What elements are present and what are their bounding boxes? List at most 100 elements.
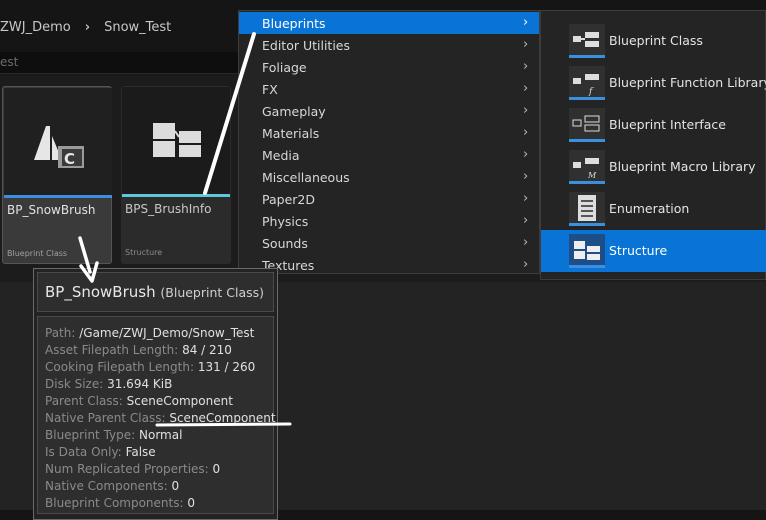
menu-item-label: Physics (262, 214, 309, 229)
menu-item-label: FX (262, 82, 278, 97)
row-value: False (125, 445, 156, 459)
chevron-right-icon: › (523, 191, 529, 206)
chevron-right-icon: › (523, 147, 529, 162)
tooltip-row-path: Path: /Game/ZWJ_Demo/Snow_Test (45, 326, 254, 340)
blueprint-interface-icon (569, 108, 605, 142)
chevron-right-icon: › (523, 169, 529, 184)
chevron-right-icon: › (523, 125, 529, 140)
row-value: SceneComponent (126, 394, 233, 408)
asset-tooltip: BP_SnowBrush (Blueprint Class) Path: /Ga… (33, 268, 278, 520)
breadcrumb-item-snow-test[interactable]: Snow_Test (104, 20, 181, 35)
row-key: Cooking Filepath Length: (45, 360, 194, 374)
menu-item-blueprints[interactable]: Blueprints › (239, 12, 539, 34)
row-key: Path: (45, 326, 76, 340)
blueprint-function-library-icon: f (569, 66, 605, 100)
row-key: Native Parent Class: (45, 411, 166, 425)
tooltip-details: Path: /Game/ZWJ_Demo/Snow_Test Asset Fil… (37, 316, 276, 514)
row-value: 0 (187, 496, 195, 510)
menu-item-label: Materials (262, 126, 320, 141)
row-key: Asset Filepath Length: (45, 343, 179, 357)
menu-item-miscellaneous[interactable]: Miscellaneous › (239, 166, 539, 188)
structure-thumbnail-icon (122, 87, 230, 194)
chevron-right-icon: › (523, 103, 529, 118)
menu-item-fx[interactable]: FX › (239, 78, 539, 100)
chevron-right-icon: › (84, 19, 91, 35)
row-key: Blueprint Type: (45, 428, 136, 442)
blueprint-class-thumbnail-icon: C (4, 88, 112, 195)
submenu-item-structure[interactable]: Structure (541, 230, 766, 272)
row-key: Parent Class: (45, 394, 123, 408)
add-new-category-menu: Blueprints › Editor Utilities › Foliage … (238, 10, 540, 274)
submenu-item-blueprint-interface[interactable]: Blueprint Interface (541, 104, 766, 146)
tooltip-asset-class: (Blueprint Class) (160, 285, 265, 300)
asset-name: BP_SnowBrush (7, 203, 96, 217)
chevron-right-icon: › (523, 37, 529, 52)
menu-item-media[interactable]: Media › (239, 144, 539, 166)
row-value: SceneComponent (169, 411, 276, 425)
submenu-item-blueprint-class[interactable]: Blueprint Class (541, 20, 766, 62)
tooltip-header: BP_SnowBrush (Blueprint Class) (37, 272, 274, 312)
tooltip-row-blueprint-components: Blueprint Components: 0 (45, 496, 195, 510)
row-value: 0 (212, 462, 221, 476)
row-value: 131 / 260 (197, 360, 256, 374)
asset-name: BPS_BrushInfo (125, 202, 212, 216)
tooltip-row-blueprint-type: Blueprint Type: Normal (45, 428, 182, 442)
row-value: 0 (171, 479, 180, 493)
tooltip-row-native-components: Native Components: 0 (45, 479, 179, 493)
chevron-right-icon: › (523, 235, 529, 250)
menu-item-gameplay[interactable]: Gameplay › (239, 100, 539, 122)
menu-item-foliage[interactable]: Foliage › (239, 56, 539, 78)
asset-type: Structure (125, 248, 163, 257)
asset-type: Blueprint Class (7, 249, 68, 258)
submenu-item-blueprint-macro-library[interactable]: M Blueprint Macro Library (541, 146, 766, 188)
search-input-value: est (0, 55, 19, 69)
tooltip-row-parent-class: Parent Class: SceneComponent (45, 394, 233, 408)
row-value: Normal (139, 428, 183, 442)
menu-item-editor-utilities[interactable]: Editor Utilities › (239, 34, 539, 56)
breadcrumb-item-zwj-demo[interactable]: ZWJ_Demo (0, 20, 81, 35)
row-key: Blueprint Components: (45, 496, 184, 510)
tooltip-row-is-data-only: Is Data Only: False (45, 445, 156, 459)
tooltip-row-cooking-filepath-length: Cooking Filepath Length: 131 / 260 (45, 360, 255, 374)
tooltip-row-asset-filepath-length: Asset Filepath Length: 84 / 210 (45, 343, 232, 357)
enumeration-icon (569, 192, 605, 226)
row-value: 84 / 210 (182, 343, 232, 357)
tooltip-row-disk-size: Disk Size: 31.694 KiB (45, 377, 172, 391)
search-input[interactable]: est (0, 52, 240, 74)
menu-item-label: Blueprints (262, 16, 326, 31)
chevron-right-icon: › (523, 59, 529, 74)
asset-tile-bp-snowbrush[interactable]: C BP_SnowBrush Blueprint Class (2, 86, 112, 264)
menu-item-label: Miscellaneous (262, 170, 350, 185)
row-value: 31.694 KiB (107, 377, 173, 391)
breadcrumb: ZWJ_Demo › Snow_Test (0, 17, 181, 37)
tooltip-asset-name: BP_SnowBrush (45, 283, 156, 301)
menu-item-label: Media (262, 148, 300, 163)
submenu-item-label: Enumeration (609, 201, 690, 216)
chevron-right-icon: › (523, 257, 529, 272)
menu-item-materials[interactable]: Materials › (239, 122, 539, 144)
submenu-item-enumeration[interactable]: Enumeration (541, 188, 766, 230)
menu-item-label: Gameplay (262, 104, 326, 119)
structure-icon (569, 234, 605, 268)
chevron-right-icon: › (523, 15, 529, 30)
asset-type-color-bar (4, 195, 112, 198)
menu-item-textures[interactable]: Textures › (239, 254, 539, 276)
tooltip-row-num-replicated-properties: Num Replicated Properties: 0 (45, 462, 220, 476)
menu-item-sounds[interactable]: Sounds › (239, 232, 539, 254)
menu-item-label: Sounds (262, 236, 308, 251)
row-value: /Game/ZWJ_Demo/Snow_Test (79, 326, 255, 340)
submenu-item-label: Blueprint Function Library (609, 75, 766, 90)
chevron-right-icon: › (523, 213, 529, 228)
row-key: Num Replicated Properties: (45, 462, 209, 476)
asset-tile-bps-brushinfo[interactable]: BPS_BrushInfo Structure (121, 86, 231, 264)
menu-item-physics[interactable]: Physics › (239, 210, 539, 232)
menu-item-paper2d[interactable]: Paper2D › (239, 188, 539, 210)
submenu-item-blueprint-function-library[interactable]: f Blueprint Function Library (541, 62, 766, 104)
tooltip-row-native-parent-class: Native Parent Class: SceneComponent (45, 411, 276, 425)
submenu-item-label: Blueprint Macro Library (609, 159, 756, 174)
row-key: Is Data Only: (45, 445, 122, 459)
submenu-item-label: Blueprint Class (609, 33, 703, 48)
blueprint-macro-library-icon: M (569, 150, 605, 184)
submenu-item-label: Structure (609, 243, 668, 258)
svg-text:C: C (64, 150, 75, 168)
